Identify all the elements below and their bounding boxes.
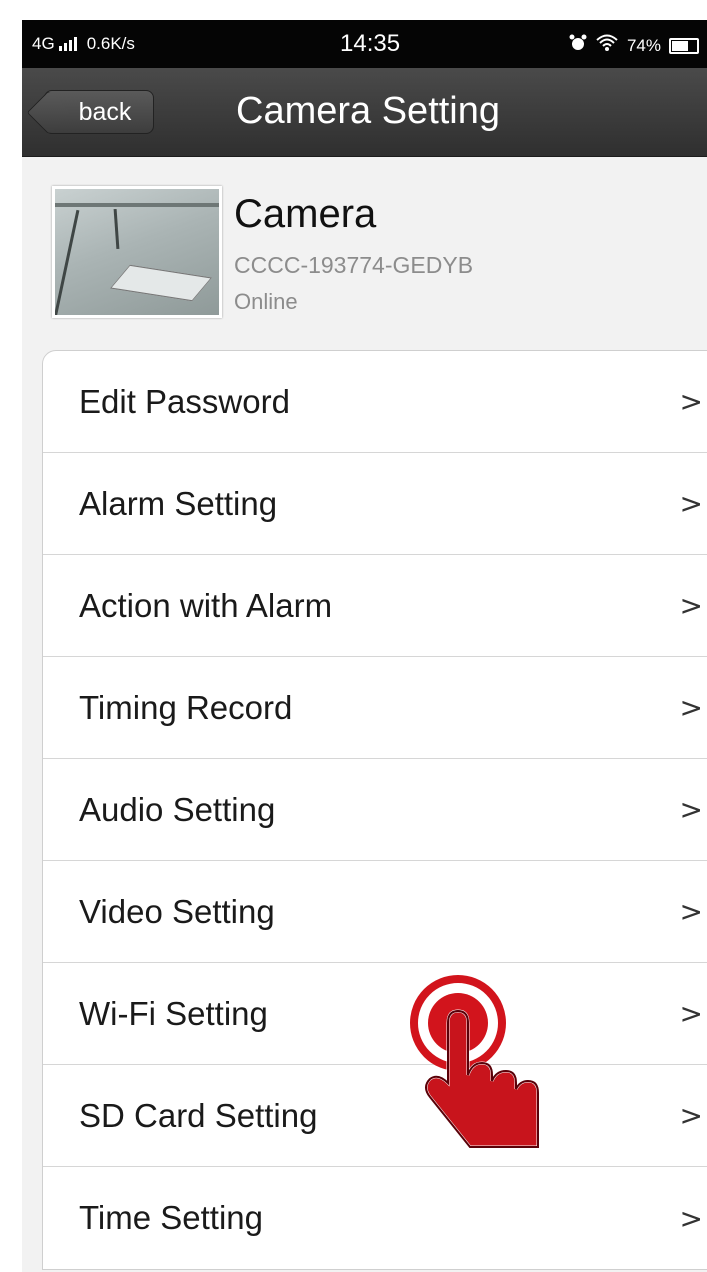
settings-item-wifi-setting[interactable]: Wi-Fi Setting > bbox=[43, 963, 707, 1065]
settings-item-label: Action with Alarm bbox=[79, 586, 333, 624]
settings-item-alarm-setting[interactable]: Alarm Setting > bbox=[43, 453, 707, 555]
chevron-right-icon: > bbox=[679, 589, 703, 622]
battery-percent: 74% bbox=[626, 35, 661, 55]
settings-item-label: Edit Password bbox=[79, 382, 290, 420]
camera-thumbnail[interactable] bbox=[52, 186, 222, 318]
screen: 4G 0.6K/s 14:35 74% back Camera Setting … bbox=[0, 0, 707, 1272]
alarm-clock-icon bbox=[569, 34, 587, 57]
settings-item-label: Wi-Fi Setting bbox=[79, 994, 268, 1032]
network-type: 4G bbox=[32, 34, 55, 53]
phone-screen: 4G 0.6K/s 14:35 74% back Camera Setting … bbox=[22, 20, 707, 1272]
signal-icon bbox=[58, 37, 77, 51]
wifi-icon bbox=[595, 34, 619, 57]
settings-item-time-setting[interactable]: Time Setting > bbox=[43, 1167, 707, 1269]
settings-item-timing-record[interactable]: Timing Record > bbox=[43, 657, 707, 759]
status-right: 74% bbox=[569, 34, 699, 57]
camera-id: CCCC-193774-GEDYB bbox=[234, 252, 474, 278]
status-bar: 4G 0.6K/s 14:35 74% bbox=[22, 20, 707, 68]
settings-item-label: Video Setting bbox=[79, 892, 275, 930]
chevron-right-icon: > bbox=[679, 793, 703, 826]
chevron-right-icon: > bbox=[679, 1201, 703, 1235]
settings-item-action-with-alarm[interactable]: Action with Alarm > bbox=[43, 555, 707, 657]
settings-item-label: Timing Record bbox=[79, 688, 293, 726]
status-time: 14:35 bbox=[340, 30, 401, 57]
camera-header: Camera CCCC-193774-GEDYB Online bbox=[22, 156, 707, 336]
page-title: Camera Setting bbox=[236, 90, 501, 132]
chevron-right-icon: > bbox=[679, 691, 703, 724]
battery-icon bbox=[669, 37, 699, 54]
chevron-right-icon: > bbox=[679, 1099, 703, 1132]
chevron-right-icon: > bbox=[679, 385, 703, 418]
camera-status: Online bbox=[234, 289, 298, 314]
chevron-right-icon: > bbox=[679, 997, 703, 1030]
back-button[interactable]: back bbox=[44, 90, 154, 134]
settings-item-label: Time Setting bbox=[79, 1199, 264, 1236]
settings-item-label: SD Card Setting bbox=[79, 1096, 318, 1134]
back-button-label: back bbox=[78, 97, 132, 126]
chevron-right-icon: > bbox=[679, 487, 703, 520]
settings-list: Edit Password > Alarm Setting > Action w… bbox=[42, 350, 707, 1270]
settings-item-label: Alarm Setting bbox=[79, 484, 278, 522]
settings-item-sd-card-setting[interactable]: SD Card Setting > bbox=[43, 1065, 707, 1167]
status-left: 4G 0.6K/s bbox=[32, 34, 135, 54]
chevron-right-icon: > bbox=[679, 895, 703, 928]
camera-name: Camera bbox=[234, 192, 377, 236]
settings-item-label: Audio Setting bbox=[79, 790, 276, 828]
network-speed: 0.6K/s bbox=[86, 34, 135, 53]
settings-item-video-setting[interactable]: Video Setting > bbox=[43, 861, 707, 963]
navigation-bar: back Camera Setting bbox=[22, 68, 707, 157]
settings-item-edit-password[interactable]: Edit Password > bbox=[43, 351, 707, 453]
settings-item-audio-setting[interactable]: Audio Setting > bbox=[43, 759, 707, 861]
